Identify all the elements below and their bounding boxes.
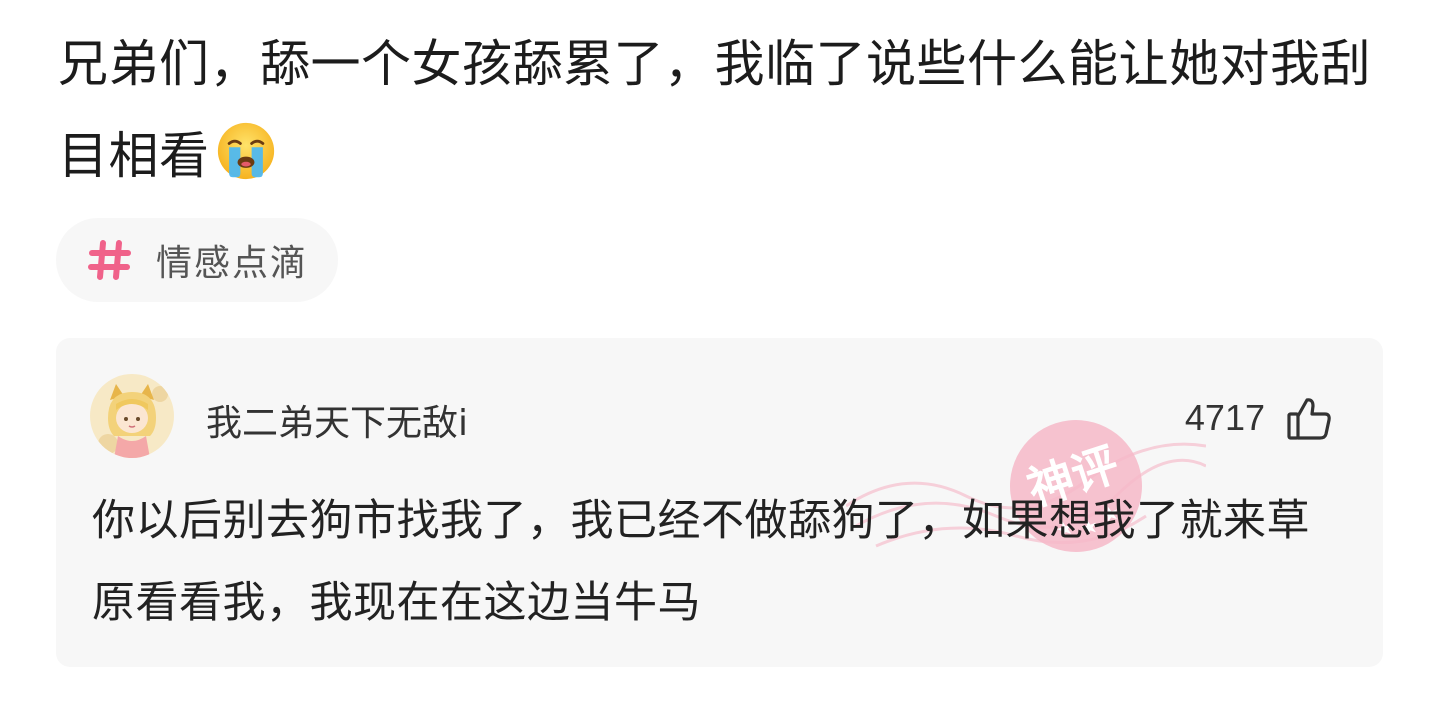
comment-text: 你以后别去狗市找我了，我已经不做舔狗了，如果想我了就来草原看看我，我现在在这边当… (92, 496, 1310, 628)
post-title: 兄弟们，舔一个女孩舔累了，我临了说些什么能让她对我刮目相看 (58, 18, 1378, 202)
topic-tag[interactable]: 情感点滴 (56, 218, 339, 302)
avatar[interactable] (90, 374, 174, 458)
thumbs-up-icon (1287, 398, 1331, 440)
hot-comment-card[interactable]: 神评 ★ ★ ★ 我二弟天下无敌i 4717 你以后别去狗市找我了，我已经不做舔… (56, 338, 1383, 667)
crying-face-icon (217, 122, 274, 180)
like-button[interactable]: 4717 (1185, 394, 1333, 442)
topic-tag-label: 情感点滴 (156, 243, 309, 284)
comment-username[interactable]: 我二弟天下无敌i (206, 394, 468, 446)
hash-icon (88, 240, 131, 280)
like-count: 4717 (1184, 397, 1265, 438)
avatar-image (90, 374, 174, 458)
